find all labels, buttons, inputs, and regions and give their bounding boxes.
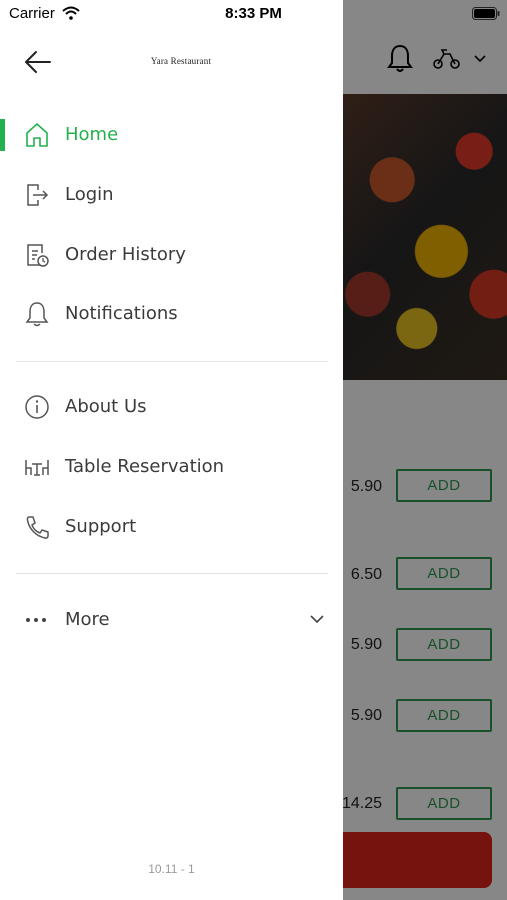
menu-item-label: Table Reservation [65, 456, 225, 477]
side-drawer: Yara Restaurant Home Login Order History [0, 0, 343, 900]
menu-item-label: Home [65, 124, 119, 145]
phone-icon [26, 516, 49, 539]
chevron-down-icon [310, 615, 324, 624]
divider [16, 361, 328, 362]
menu-item-notifications[interactable]: Notifications [0, 285, 343, 343]
menu-item-more[interactable]: More [0, 591, 343, 649]
divider [16, 573, 328, 574]
drawer-header: Yara Restaurant [0, 28, 343, 94]
login-icon [27, 184, 49, 206]
menu-item-label: About Us [65, 396, 147, 417]
active-indicator [0, 119, 5, 151]
more-dots-icon [26, 618, 46, 622]
menu-item-label: More [65, 609, 110, 630]
menu-item-login[interactable]: Login [0, 166, 343, 224]
app-version: 10.11 - 1 [148, 862, 195, 876]
battery-icon [472, 7, 500, 20]
menu-item-about-us[interactable]: About Us [0, 378, 343, 436]
menu-item-label: Notifications [65, 303, 178, 324]
brand-name: Yara Restaurant [150, 56, 212, 66]
menu-item-home[interactable]: Home [0, 106, 343, 164]
menu-item-support[interactable]: Support [0, 498, 343, 556]
menu-item-label: Login [65, 184, 114, 205]
table-icon [25, 460, 49, 476]
menu-item-label: Support [65, 516, 137, 537]
home-icon [26, 123, 48, 147]
status-time: 8:33 PM [225, 5, 282, 22]
bell-icon [25, 302, 49, 327]
menu-item-label: Order History [65, 244, 186, 265]
order-history-icon [27, 244, 49, 267]
info-icon [25, 395, 49, 419]
menu-item-order-history[interactable]: Order History [0, 226, 343, 284]
menu-item-table-reservation[interactable]: Table Reservation [0, 438, 343, 496]
status-bar: Carrier 8:33 PM [0, 0, 507, 28]
